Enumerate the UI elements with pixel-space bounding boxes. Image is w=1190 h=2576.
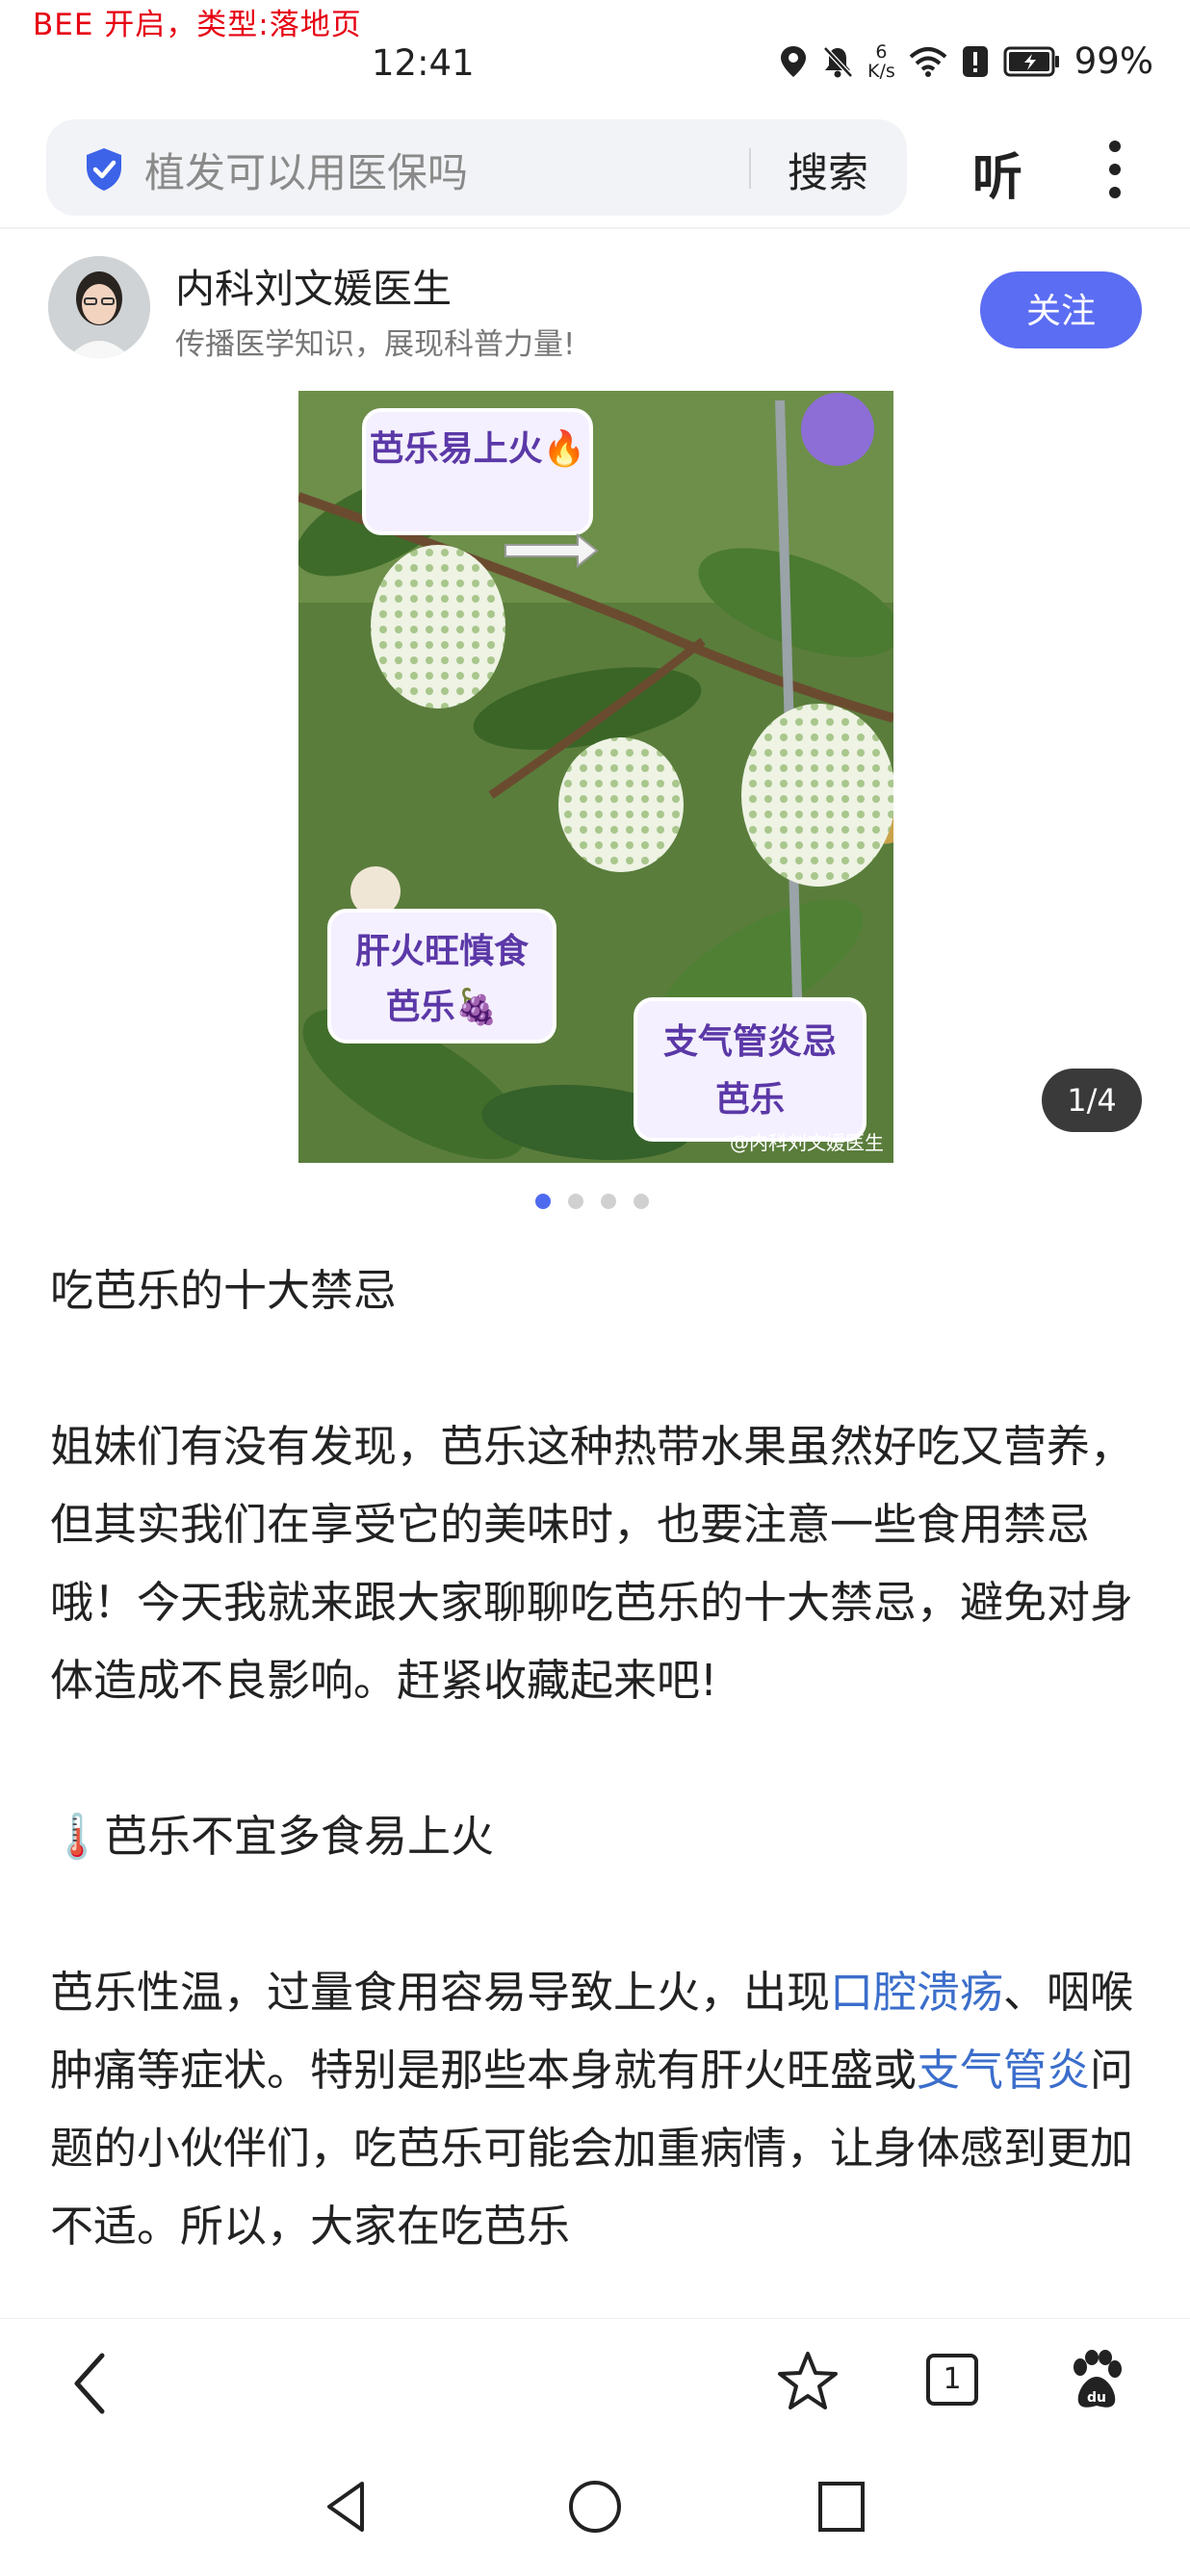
- gallery-counter: 1/4: [1042, 1069, 1142, 1132]
- status-icons: 6 K/s 99%: [779, 40, 1153, 82]
- pagination-dot[interactable]: [535, 1194, 551, 1209]
- gallery-pagination: [535, 1194, 649, 1209]
- battery-icon: [1003, 46, 1059, 76]
- gallery-image[interactable]: 芭乐易上火🔥 肝火旺慎食 芭乐🍇 支气管炎忌 芭乐 @内科刘文媛医生: [298, 391, 893, 1163]
- net-speed: 6 K/s: [867, 42, 895, 81]
- link-bronchitis[interactable]: 支气管炎: [917, 2045, 1090, 2096]
- status-bar: 12:41 6 K/s 99%: [0, 29, 1190, 106]
- article-paragraph: 芭乐性温，过量食用容易导致上火，出现口腔溃疡、咽喉肿痛等症状。特别是那些本身就有…: [50, 1953, 1144, 2265]
- location-icon: [780, 45, 806, 77]
- back-icon[interactable]: [67, 2350, 116, 2417]
- more-options-icon[interactable]: [1107, 139, 1123, 200]
- mute-bell-icon: [823, 45, 853, 78]
- star-icon[interactable]: [776, 2350, 840, 2413]
- pagination-dot[interactable]: [568, 1194, 583, 1209]
- gallery-watermark: @内科刘文媛医生: [730, 1131, 884, 1154]
- battery-percent: 99%: [1074, 40, 1153, 82]
- link-mouth-ulcer[interactable]: 口腔溃疡: [830, 1967, 1003, 2018]
- listen-button[interactable]: 听: [972, 137, 1022, 209]
- gallery-label-left-2: 芭乐🍇: [386, 987, 499, 1027]
- author-description: 传播医学知识，展现科普力量!: [175, 327, 576, 362]
- thermometer-icon: 🌡️: [50, 1811, 105, 1862]
- net-speed-value: 6: [875, 40, 888, 63]
- search-input[interactable]: 植发可以用医保吗: [144, 141, 468, 199]
- article-body: 吃芭乐的十大禁忌 姐妹们有没有发现，芭乐这种热带水果虽然好吃又营养，但其实我们在…: [50, 1251, 1144, 2265]
- tab-count: 1: [943, 2362, 962, 2396]
- system-nav: [0, 2460, 1190, 2576]
- gallery-label-left-1: 肝火旺慎食: [355, 932, 530, 971]
- gallery-label-right-2: 芭乐: [715, 1080, 785, 1120]
- shield-check-icon: [87, 148, 121, 191]
- system-home-icon[interactable]: [566, 2478, 624, 2536]
- gallery-label-right-1: 支气管炎忌: [663, 1022, 837, 1062]
- follow-button[interactable]: 关注: [980, 271, 1142, 348]
- system-recents-icon[interactable]: [815, 2478, 868, 2536]
- section-title: 芭乐不宜多食易上火: [104, 1811, 495, 1862]
- baidu-paw-icon[interactable]: du: [1067, 2350, 1126, 2413]
- search-divider: [749, 148, 751, 189]
- section-heading: 🌡️芭乐不宜多食易上火: [50, 1797, 1144, 1875]
- svg-text:du: du: [1087, 2390, 1106, 2406]
- system-back-icon[interactable]: [322, 2478, 370, 2536]
- article-intro: 姐妹们有没有发现，芭乐这种热带水果虽然好吃又营养，但其实我们在享受它的美味时，也…: [50, 1421, 1134, 1706]
- pagination-dot[interactable]: [601, 1194, 616, 1209]
- wifi-icon: [909, 46, 947, 77]
- author-row: 内科刘文媛医生 传播医学知识，展现科普力量! 关注: [0, 256, 1190, 372]
- alert-icon: [962, 45, 988, 77]
- author-name[interactable]: 内科刘文媛医生: [175, 256, 452, 314]
- search-button[interactable]: 搜索: [788, 141, 868, 199]
- article-title: 吃芭乐的十大禁忌: [50, 1265, 398, 1316]
- net-speed-unit: K/s: [867, 60, 895, 82]
- search-box[interactable]: 植发可以用医保吗 搜索: [46, 119, 907, 216]
- tabs-button[interactable]: 1: [926, 2354, 978, 2406]
- status-time: 12:41: [372, 42, 475, 84]
- header-divider: [0, 227, 1190, 229]
- bottom-nav: 1 du: [0, 2318, 1190, 2450]
- paragraph-text: 芭乐性温，过量食用容易导致上火，出现: [50, 1967, 831, 2018]
- top-bar: 植发可以用医保吗 搜索 听: [0, 119, 1190, 225]
- gallery-label-top: 芭乐易上火🔥: [370, 428, 586, 469]
- avatar[interactable]: [48, 256, 150, 358]
- pagination-dot[interactable]: [634, 1194, 649, 1209]
